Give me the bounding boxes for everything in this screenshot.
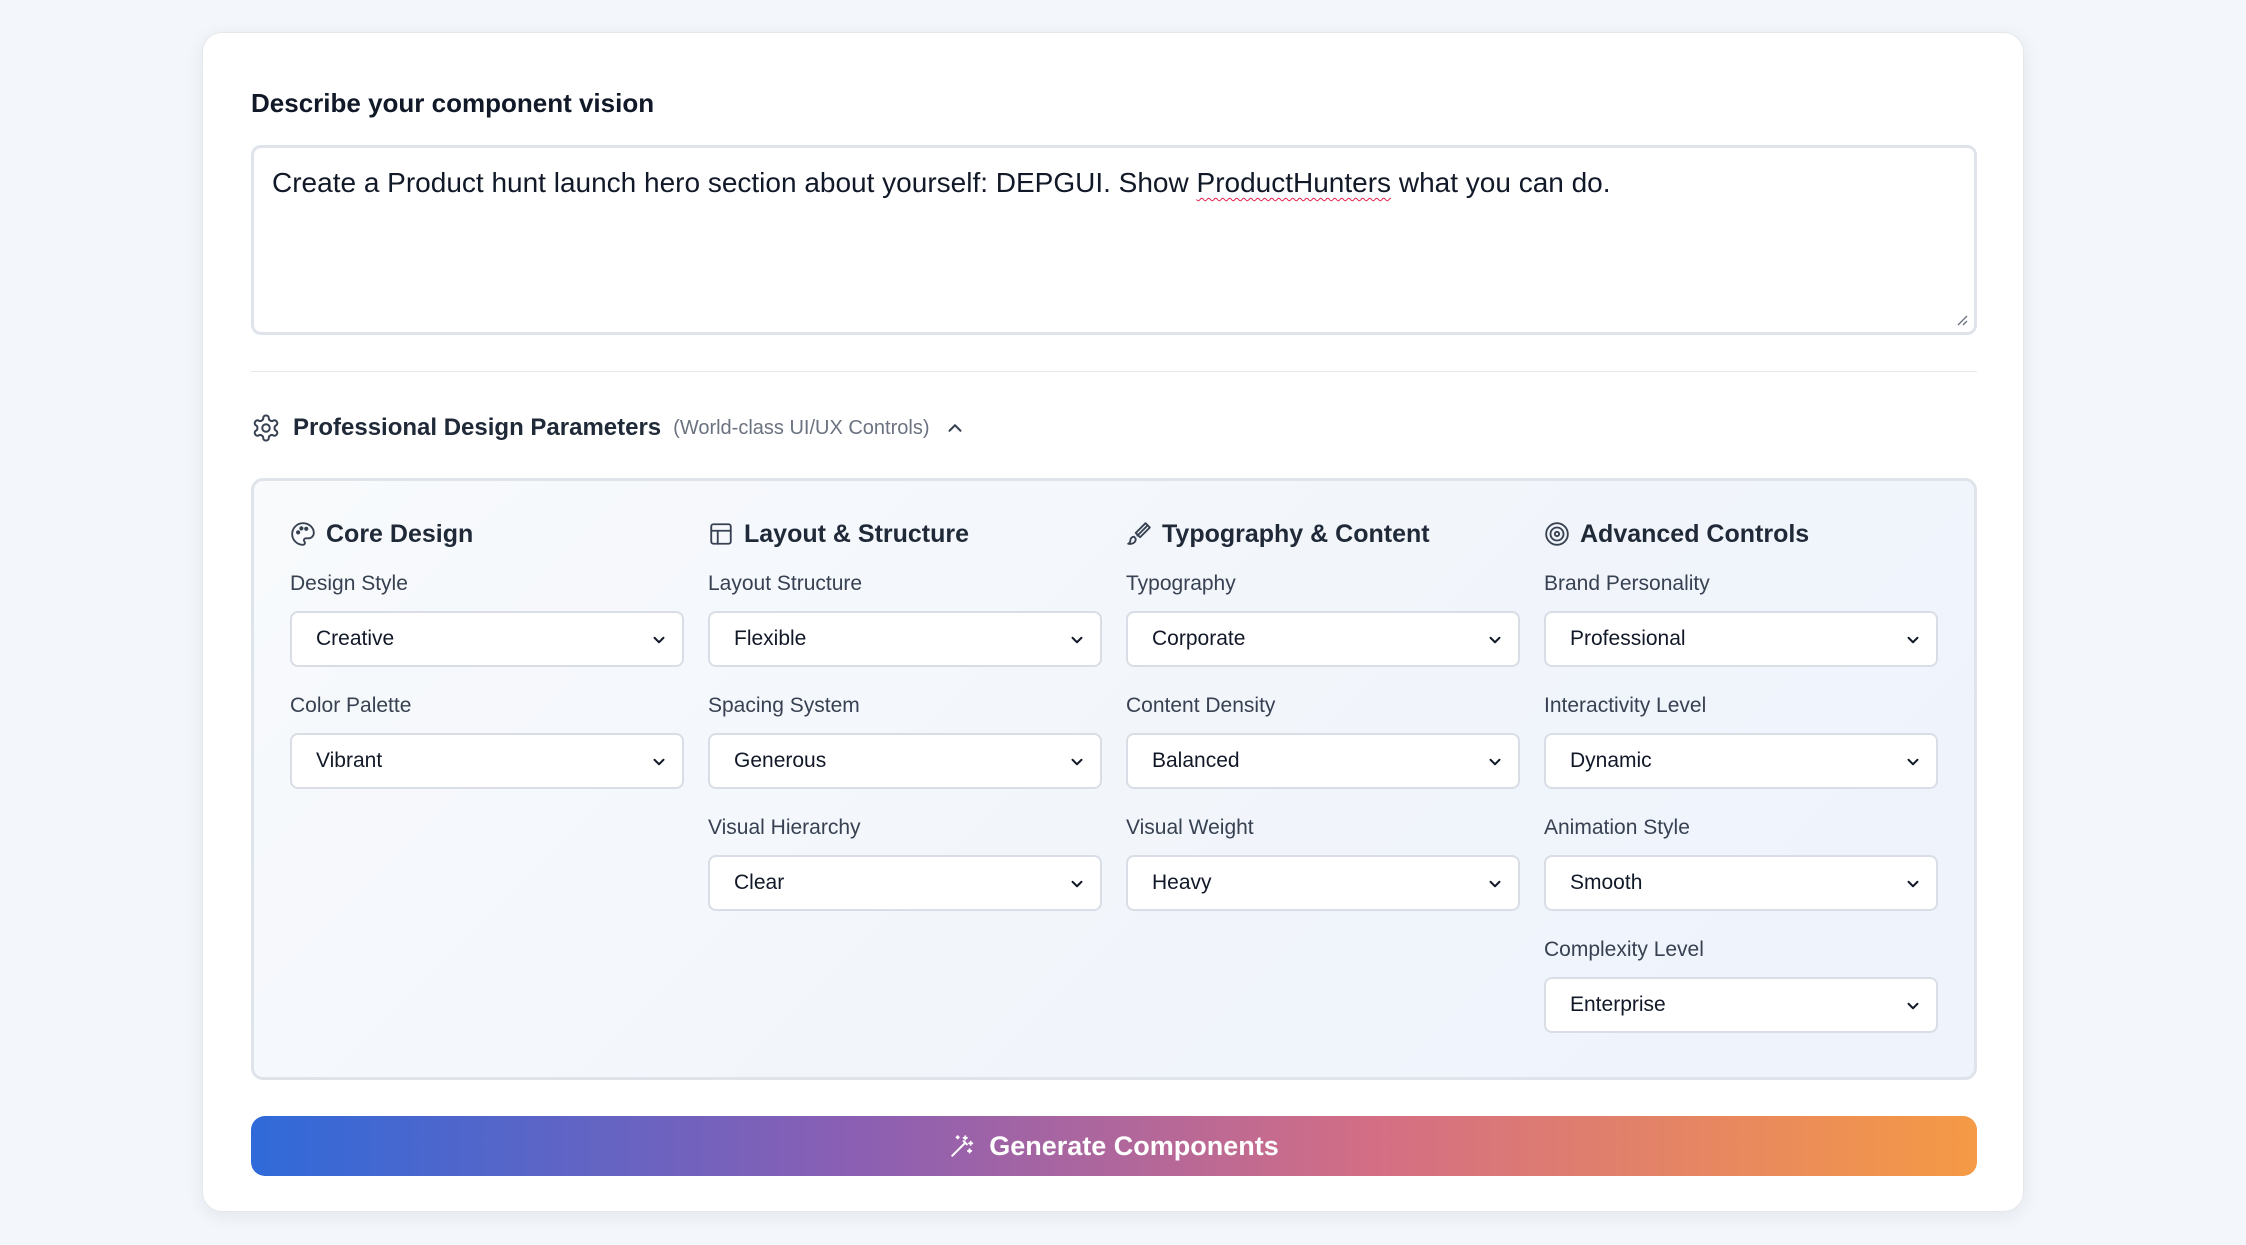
target-icon xyxy=(1545,522,1569,546)
label-interactivity-level: Interactivity Level xyxy=(1544,694,1707,717)
column-title: Core Design xyxy=(326,519,474,548)
label-layout-structure: Layout Structure xyxy=(708,572,863,595)
select-interactivity-level[interactable]: Dynamic xyxy=(1544,733,1938,789)
chevron-down-icon xyxy=(1907,636,1919,644)
select-value: Heavy xyxy=(1152,871,1212,894)
layout-icon xyxy=(710,523,732,545)
chevron-down-icon xyxy=(1907,758,1919,766)
select-content-density[interactable]: Balanced xyxy=(1126,733,1520,789)
label-animation-style: Animation Style xyxy=(1544,816,1690,839)
select-value: Dynamic xyxy=(1570,749,1652,772)
select-brand-personality[interactable]: Professional xyxy=(1544,611,1938,667)
label-visual-weight: Visual Weight xyxy=(1126,816,1254,839)
select-value: Smooth xyxy=(1570,871,1643,894)
chevron-down-icon xyxy=(653,758,665,766)
column-header: Core Design xyxy=(290,517,684,551)
label-spacing-system: Spacing System xyxy=(708,694,860,717)
select-color-palette[interactable]: Vibrant xyxy=(290,733,684,789)
label-content-density: Content Density xyxy=(1126,694,1276,717)
label-brand-personality: Brand Personality xyxy=(1544,572,1710,595)
gear-icon xyxy=(253,414,279,442)
chevron-down-icon xyxy=(1907,1002,1919,1010)
vision-text-part: Create a Product hunt launch hero sectio… xyxy=(272,167,1197,198)
select-value: Creative xyxy=(316,627,395,650)
select-typography[interactable]: Corporate xyxy=(1126,611,1520,667)
chevron-down-icon xyxy=(653,636,665,644)
select-value: Flexible xyxy=(734,627,807,650)
chevron-down-icon xyxy=(1071,636,1083,644)
generate-components-button[interactable]: Generate Components xyxy=(251,1116,1977,1176)
select-spacing-system[interactable]: Generous xyxy=(708,733,1102,789)
params-subtitle: (World-class UI/UX Controls) xyxy=(673,416,930,439)
param-column-layout-structure: Layout & Structure Layout Structure Flex… xyxy=(708,517,1102,1077)
chevron-down-icon xyxy=(1071,880,1083,888)
column-title: Typography & Content xyxy=(1162,519,1430,548)
param-column-advanced-controls: Advanced Controls Brand Personality Prof… xyxy=(1544,517,1938,1077)
param-column-typography-content: Typography & Content Typography Corporat… xyxy=(1126,517,1520,1077)
palette-icon xyxy=(291,522,315,546)
select-value: Enterprise xyxy=(1570,993,1666,1016)
select-layout-structure[interactable]: Flexible xyxy=(708,611,1102,667)
label-typography: Typography xyxy=(1126,572,1236,595)
component-form-card: Describe your component vision Create a … xyxy=(202,32,2024,1212)
chevron-down-icon xyxy=(1071,758,1083,766)
params-panel: Core Design Design Style Creative Color … xyxy=(251,478,1977,1080)
vision-textarea[interactable]: Create a Product hunt launch hero sectio… xyxy=(251,145,1977,335)
magic-wand-icon xyxy=(951,1135,974,1157)
column-title: Advanced Controls xyxy=(1580,519,1810,548)
select-value: Balanced xyxy=(1152,749,1240,772)
chevron-down-icon xyxy=(1489,880,1501,888)
column-header: Advanced Controls xyxy=(1544,517,1938,551)
chevron-down-icon xyxy=(1489,636,1501,644)
chevron-down-icon xyxy=(1907,880,1919,888)
param-column-core-design: Core Design Design Style Creative Color … xyxy=(290,517,684,1077)
select-value: Corporate xyxy=(1152,627,1246,650)
generate-button-label: Generate Components xyxy=(989,1130,1279,1161)
vision-text-part: what you can do. xyxy=(1391,167,1611,198)
params-title: Professional Design Parameters xyxy=(293,414,662,441)
column-header: Layout & Structure xyxy=(708,517,1102,551)
select-value: Generous xyxy=(734,749,827,772)
column-header: Typography & Content xyxy=(1126,517,1520,551)
select-value: Clear xyxy=(734,871,785,894)
vision-text-misspelled: ProductHunters xyxy=(1196,167,1392,198)
column-title: Layout & Structure xyxy=(744,519,970,548)
select-complexity-level[interactable]: Enterprise xyxy=(1544,977,1938,1033)
label-visual-hierarchy: Visual Hierarchy xyxy=(708,816,861,839)
label-design-style: Design Style xyxy=(290,572,408,595)
chevron-down-icon xyxy=(1489,758,1501,766)
section-divider xyxy=(251,371,1977,372)
select-value: Vibrant xyxy=(316,749,383,772)
form-body: Describe your component vision Create a … xyxy=(251,85,1977,1176)
vision-label: Describe your component vision xyxy=(251,88,655,118)
select-animation-style[interactable]: Smooth xyxy=(1544,855,1938,911)
select-visual-weight[interactable]: Heavy xyxy=(1126,855,1520,911)
select-value: Professional xyxy=(1570,627,1686,650)
brush-icon xyxy=(1127,522,1151,545)
select-design-style[interactable]: Creative xyxy=(290,611,684,667)
resize-grip-icon[interactable] xyxy=(1956,314,1968,326)
label-complexity-level: Complexity Level xyxy=(1544,938,1704,961)
params-toggle[interactable]: Professional Design Parameters (World-cl… xyxy=(251,408,1977,448)
label-color-palette: Color Palette xyxy=(290,694,412,717)
select-visual-hierarchy[interactable]: Clear xyxy=(708,855,1102,911)
chevron-up-icon[interactable] xyxy=(944,417,966,439)
